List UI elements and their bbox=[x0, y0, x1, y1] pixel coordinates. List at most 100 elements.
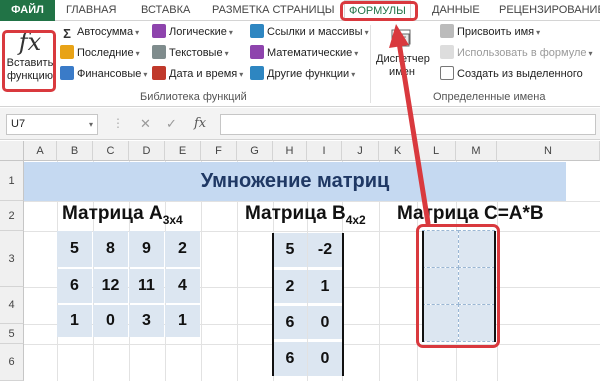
recent-button[interactable]: Последние ▾ bbox=[60, 44, 140, 62]
other-functions-button[interactable]: Другие функции ▾ bbox=[250, 65, 355, 83]
name-manager-button[interactable]: Диспетчер имен bbox=[376, 27, 430, 79]
matrix-a-cell[interactable]: 9 bbox=[129, 231, 164, 267]
column-header-l[interactable]: L bbox=[417, 141, 456, 161]
gridline bbox=[24, 201, 600, 202]
use-in-formula-button[interactable]: Использовать в формуле ▾ bbox=[440, 44, 593, 62]
matrix-a-cell[interactable]: 4 bbox=[165, 269, 200, 303]
tab-page-layout[interactable]: РАЗМЕТКА СТРАНИЦЫ bbox=[212, 0, 334, 21]
name-manager-label: Диспетчер bbox=[376, 53, 430, 65]
matrix-a-cell[interactable]: 11 bbox=[129, 269, 164, 303]
recent-label: Последние bbox=[77, 47, 134, 59]
matrix-b-name: Матрица B bbox=[245, 203, 346, 224]
result-range-highlight bbox=[416, 224, 500, 348]
column-header-m[interactable]: M bbox=[456, 141, 497, 161]
text-button[interactable]: Текстовые ▾ bbox=[152, 44, 229, 62]
formulas-tab-highlight bbox=[340, 1, 418, 21]
tab-home[interactable]: ГЛАВНАЯ bbox=[66, 0, 116, 21]
matrix-a-cell[interactable]: 6 bbox=[57, 269, 92, 303]
create-from-selection-label: Создать из выделенного bbox=[457, 68, 583, 80]
fx-icon[interactable]: fx bbox=[194, 116, 206, 131]
formula-bar: U7 ▾ ⋮ ✕ ✓ fx bbox=[0, 108, 600, 140]
lookup-label: Ссылки и массивы bbox=[267, 26, 363, 38]
define-name-button[interactable]: Присвоить имя ▾ bbox=[440, 23, 540, 41]
column-header-n[interactable]: N bbox=[497, 141, 600, 161]
book-icon bbox=[152, 24, 166, 38]
matrix-a-cell[interactable]: 2 bbox=[165, 231, 200, 267]
ribbon: fx Вставить функцию Σ Автосумма ▾ Последни… bbox=[0, 21, 600, 107]
column-header-b[interactable]: B bbox=[57, 141, 93, 161]
column-header-g[interactable]: G bbox=[237, 141, 273, 161]
grid-icon bbox=[440, 66, 454, 80]
column-header-e[interactable]: E bbox=[165, 141, 201, 161]
formula-input[interactable] bbox=[220, 114, 596, 135]
sheet-title: Умножение матриц bbox=[24, 162, 566, 201]
column-header-a[interactable]: A bbox=[24, 141, 57, 161]
datetime-label: Дата и время bbox=[169, 68, 238, 80]
matrix-a-cell[interactable]: 12 bbox=[93, 269, 128, 303]
book-icon bbox=[152, 66, 166, 80]
tab-insert[interactable]: ВСТАВКА bbox=[141, 0, 190, 21]
name-manager-label-2: имен bbox=[389, 66, 415, 78]
tag-icon bbox=[440, 24, 454, 38]
financial-label: Финансовые bbox=[77, 68, 142, 80]
row-header-6[interactable]: 6 bbox=[0, 344, 24, 381]
matrix-a-cell[interactable]: 0 bbox=[93, 305, 128, 337]
more-icon: ⋮ bbox=[112, 116, 124, 130]
logical-label: Логические bbox=[169, 26, 227, 38]
column-header-i[interactable]: I bbox=[307, 141, 342, 161]
math-button[interactable]: Математические ▾ bbox=[250, 44, 358, 62]
matrix-a-size: 3x4 bbox=[162, 212, 183, 227]
select-all-corner[interactable] bbox=[0, 141, 24, 161]
matrix-a-cell[interactable]: 1 bbox=[57, 305, 92, 337]
matrix-a-cell[interactable]: 8 bbox=[93, 231, 128, 267]
tag-icon bbox=[389, 27, 415, 51]
tab-data[interactable]: ДАННЫЕ bbox=[432, 0, 480, 21]
row-header-2[interactable]: 2 bbox=[0, 201, 24, 231]
row-header-3[interactable]: 3 bbox=[0, 231, 24, 287]
book-icon bbox=[250, 66, 264, 80]
math-label: Математические bbox=[267, 47, 353, 59]
column-header-f[interactable]: F bbox=[201, 141, 237, 161]
column-header-j[interactable]: J bbox=[342, 141, 379, 161]
column-header-k[interactable]: K bbox=[379, 141, 417, 161]
name-box-value: U7 bbox=[11, 118, 26, 130]
enter-icon[interactable]: ✓ bbox=[166, 116, 177, 132]
other-functions-label: Другие функции bbox=[267, 68, 350, 80]
cancel-icon[interactable]: ✕ bbox=[140, 116, 151, 132]
logical-button[interactable]: Логические ▾ bbox=[152, 23, 233, 41]
row-header-5[interactable]: 5 bbox=[0, 324, 24, 344]
datetime-button[interactable]: Дата и время ▾ bbox=[152, 65, 243, 83]
book-icon bbox=[60, 66, 74, 80]
use-in-formula-label: Использовать в формуле bbox=[457, 47, 587, 59]
book-icon bbox=[250, 24, 264, 38]
book-icon bbox=[250, 45, 264, 59]
column-header-d[interactable]: D bbox=[129, 141, 165, 161]
row-header-4[interactable]: 4 bbox=[0, 287, 24, 324]
name-box[interactable]: U7 ▾ bbox=[6, 114, 98, 135]
defined-names-group-label: Определенные имена bbox=[433, 91, 546, 103]
matrix-b-size: 4x2 bbox=[345, 212, 366, 227]
lookup-button[interactable]: Ссылки и массивы ▾ bbox=[250, 23, 369, 41]
column-header-h[interactable]: H bbox=[273, 141, 307, 161]
formula-icon bbox=[440, 45, 454, 59]
star-icon bbox=[60, 45, 74, 59]
column-header-c[interactable]: C bbox=[93, 141, 129, 161]
matrix-a-cell[interactable]: 5 bbox=[57, 231, 92, 267]
matrix-c-label: Матрица C=A*B bbox=[397, 203, 544, 224]
matrix-a-cell[interactable]: 1 bbox=[165, 305, 200, 337]
matrix-a-name: Матрица A bbox=[62, 203, 163, 224]
create-from-selection-button[interactable]: Создать из выделенного bbox=[440, 65, 583, 83]
autosum-label: Автосумма bbox=[77, 26, 134, 38]
matrix-a-cell[interactable]: 3 bbox=[129, 305, 164, 337]
matrix-b-bracket bbox=[272, 233, 344, 376]
autosum-button[interactable]: Σ Автосумма ▾ bbox=[60, 23, 139, 41]
define-name-label: Присвоить имя bbox=[457, 26, 535, 38]
financial-button[interactable]: Финансовые ▾ bbox=[60, 65, 147, 83]
tab-file[interactable]: ФАЙЛ bbox=[0, 0, 55, 21]
row-header-1[interactable]: 1 bbox=[0, 161, 24, 201]
sigma-icon: Σ bbox=[60, 27, 74, 41]
menu-tab-bar: ФАЙЛ ГЛАВНАЯ ВСТАВКА РАЗМЕТКА СТРАНИЦЫ Ф… bbox=[0, 0, 600, 22]
chevron-down-icon[interactable]: ▾ bbox=[89, 115, 93, 134]
group-divider bbox=[370, 25, 371, 103]
tab-review[interactable]: РЕЦЕНЗИРОВАНИЕ bbox=[499, 0, 600, 21]
